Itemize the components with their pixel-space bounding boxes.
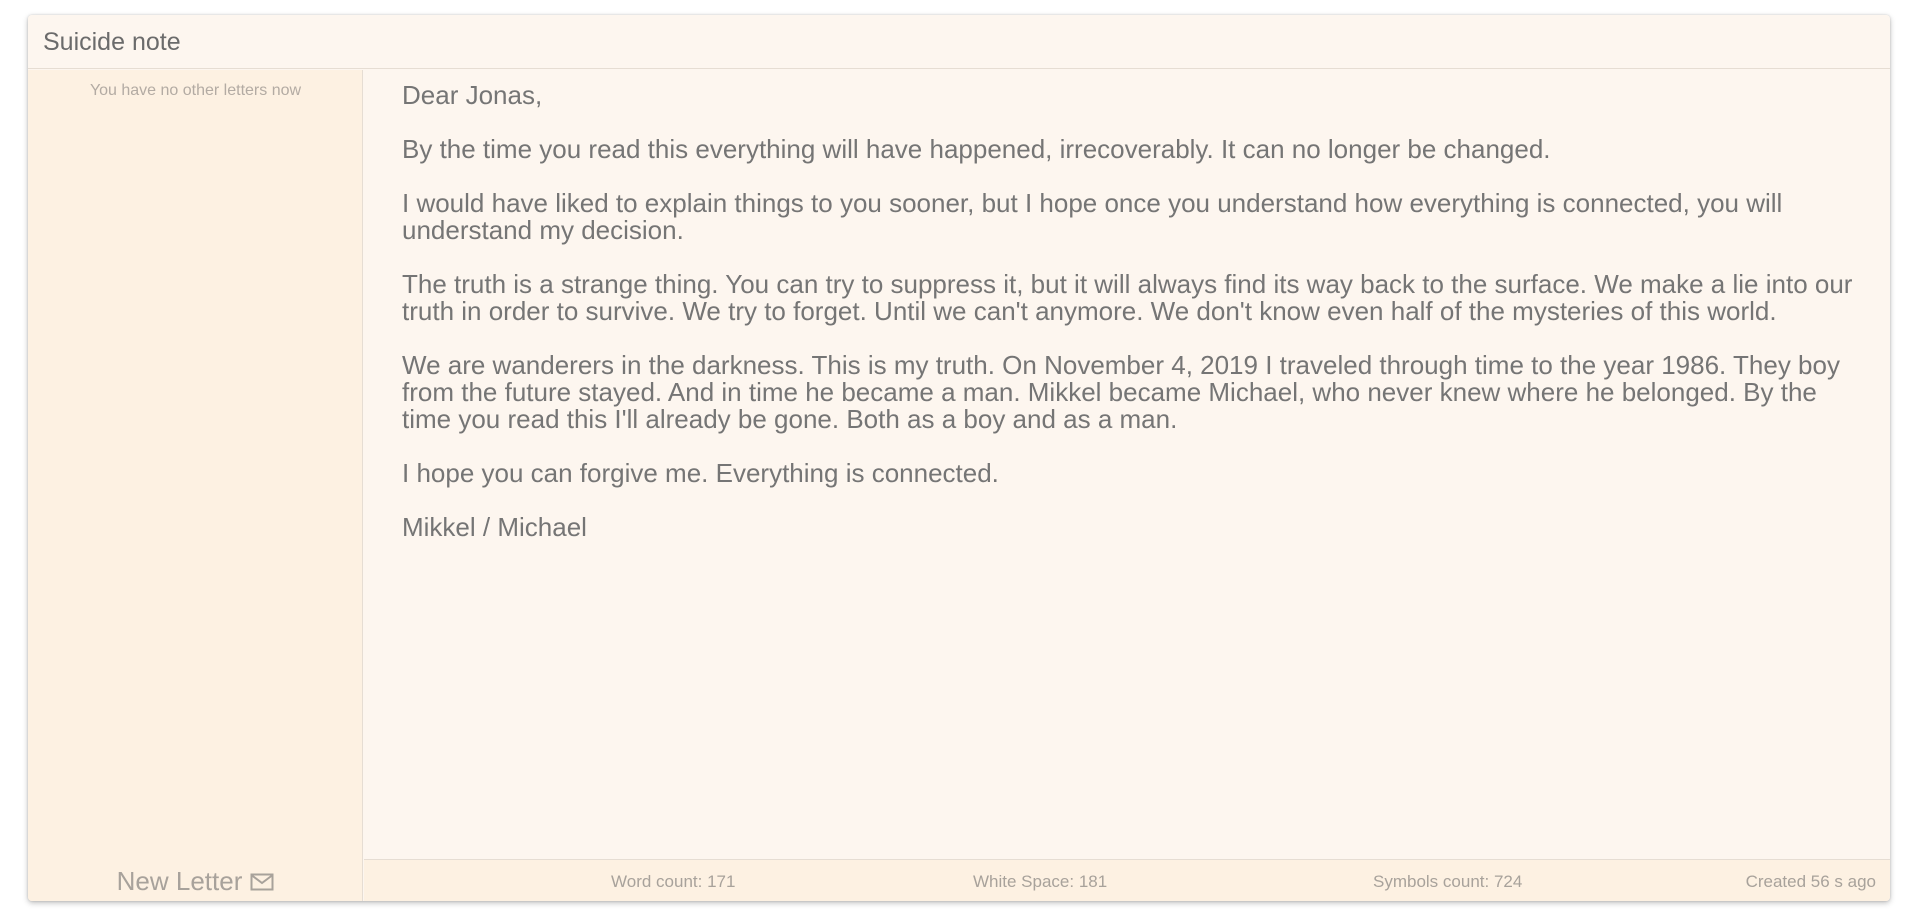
letter-paragraph: By the time you read this everything wil… bbox=[402, 134, 1551, 164]
letter-window: Suicide note You have no other letters n… bbox=[28, 15, 1890, 901]
letter-signature: Mikkel / Michael bbox=[402, 512, 587, 542]
letter-paragraph: We are wanderers in the darkness. This i… bbox=[402, 350, 1840, 434]
created-timestamp: Created 56 s ago bbox=[1745, 872, 1876, 891]
letter-paragraph: I would have liked to explain things to … bbox=[402, 188, 1783, 245]
sidebar: You have no other letters now New Letter bbox=[28, 70, 363, 901]
white-space-count: White Space: 181 bbox=[973, 872, 1108, 891]
no-letters-message: You have no other letters now bbox=[89, 82, 302, 99]
status-bar: Word count: 171 White Space: 181 Symbols… bbox=[364, 860, 1890, 901]
letter-title[interactable]: Suicide note bbox=[43, 28, 181, 57]
header: Suicide note bbox=[28, 15, 1890, 69]
letter-editor[interactable]: Dear Jonas, By the time you read this ev… bbox=[364, 70, 1890, 860]
word-count: Word count: 171 bbox=[611, 872, 736, 891]
symbols-count: Symbols count: 724 bbox=[1373, 872, 1523, 891]
new-letter-button[interactable]: New Letter bbox=[28, 861, 363, 901]
letter-paragraph: Dear Jonas, bbox=[402, 80, 543, 110]
mail-icon bbox=[250, 873, 274, 891]
letter-paragraph: I hope you can forgive me. Everything is… bbox=[402, 458, 999, 488]
letter-body[interactable]: Dear Jonas, By the time you read this ev… bbox=[402, 82, 1862, 541]
letter-paragraph: The truth is a strange thing. You can tr… bbox=[402, 269, 1853, 326]
new-letter-label: New Letter bbox=[116, 865, 243, 896]
